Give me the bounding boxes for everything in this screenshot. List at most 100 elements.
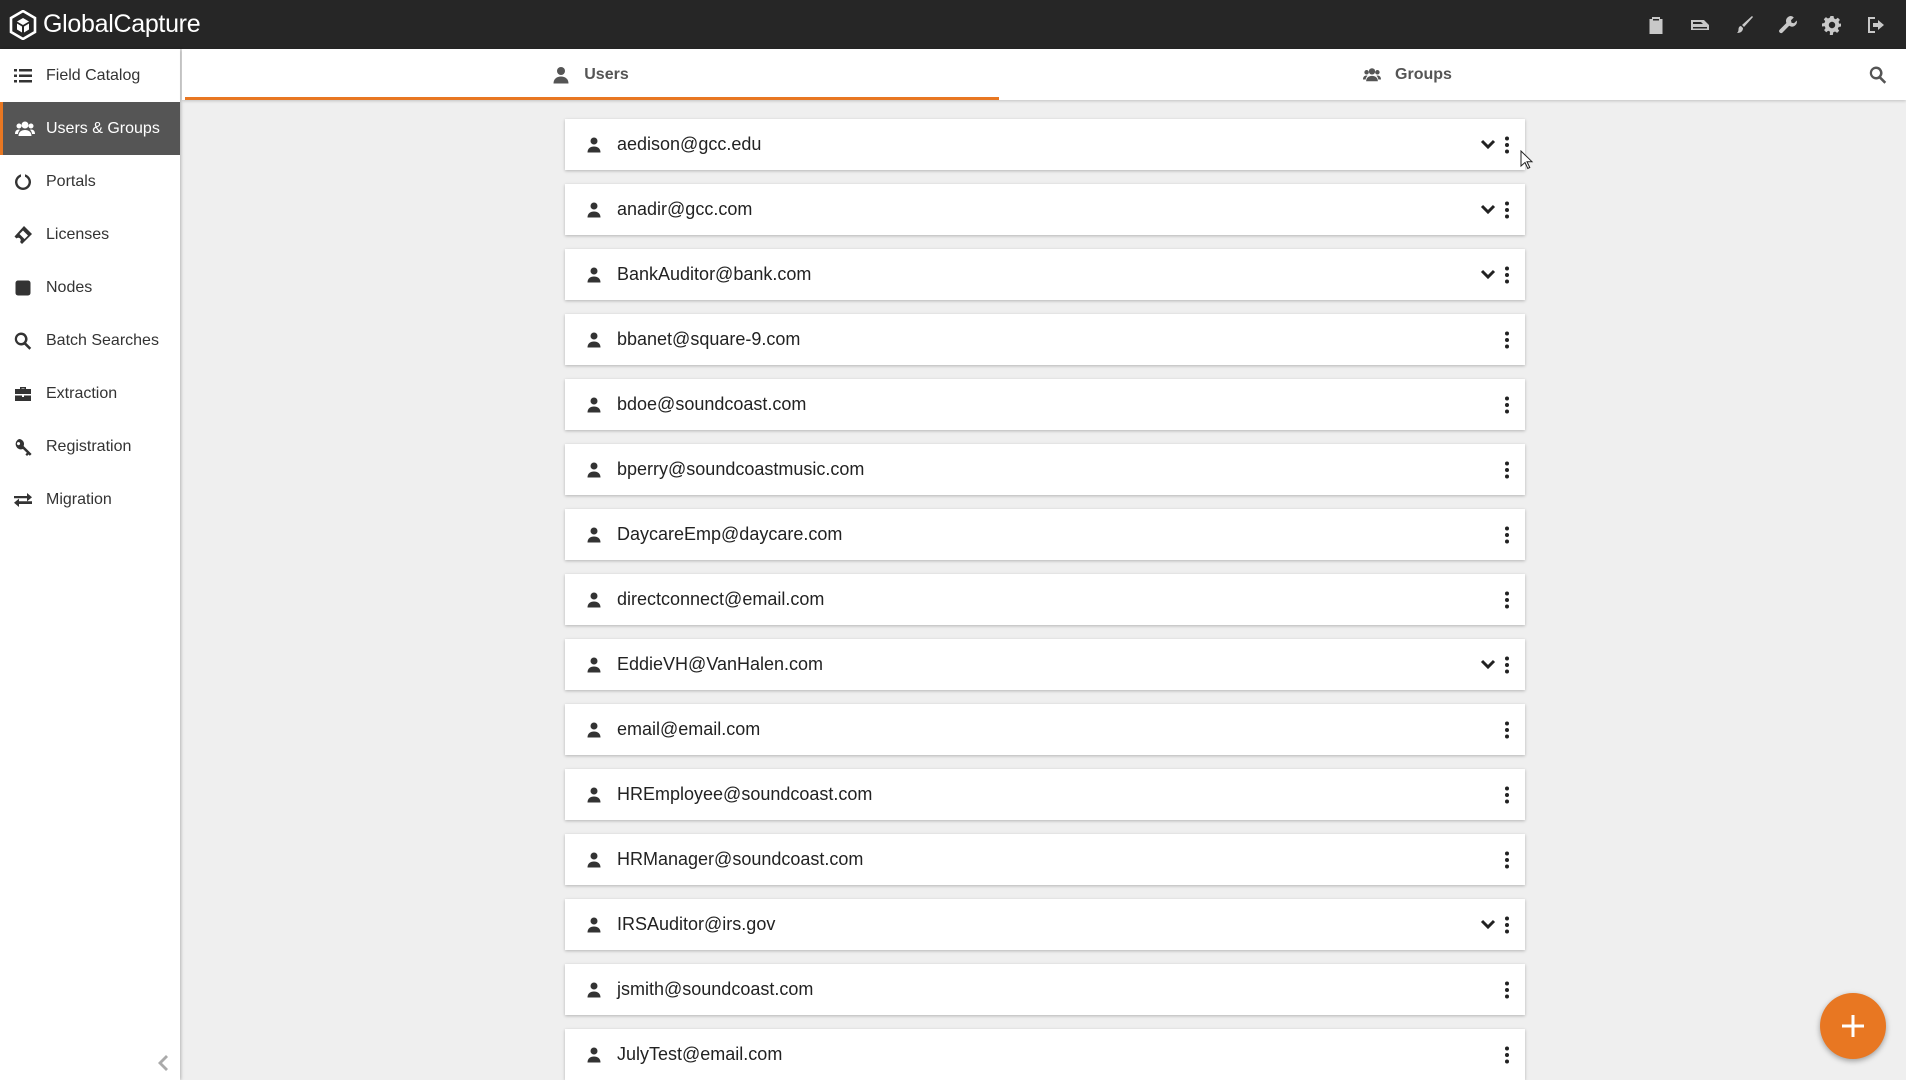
brush-icon[interactable] (1722, 0, 1766, 49)
sidebar-item-portals[interactable]: Portals (0, 155, 180, 208)
user-row[interactable]: jsmith@soundcoast.com (565, 964, 1525, 1015)
sidebar-item-label: Nodes (46, 278, 93, 296)
user-icon (565, 722, 605, 738)
user-icon (565, 462, 605, 478)
user-row[interactable]: HREmployee@soundcoast.com (565, 769, 1525, 820)
user-icon (565, 137, 605, 153)
user-row[interactable]: bperry@soundcoastmusic.com (565, 444, 1525, 495)
expand-button[interactable] (1477, 184, 1499, 235)
sidebar-item-label: Field Catalog (46, 66, 141, 84)
tab-label: Users (584, 65, 629, 83)
more-options-button[interactable] (1499, 119, 1515, 170)
row-actions (1499, 834, 1515, 885)
ellipsis-vertical-icon (1505, 916, 1509, 933)
more-options-button[interactable] (1499, 704, 1515, 755)
ellipsis-vertical-icon (1505, 851, 1509, 868)
logo-icon (9, 9, 37, 40)
more-options-button[interactable] (1499, 509, 1515, 560)
user-row[interactable]: bbanet@square-9.com (565, 314, 1525, 365)
user-icon (565, 202, 605, 218)
mouse-cursor-icon (1520, 150, 1534, 170)
app-logo[interactable]: GlobalCapture (8, 9, 201, 40)
top-bar: GlobalCapture (0, 0, 1906, 49)
sidebar-item-label: Portals (46, 172, 96, 190)
row-actions (1477, 184, 1515, 235)
search-icon (1869, 66, 1887, 84)
user-row[interactable]: email@email.com (565, 704, 1525, 755)
sidebar-item-label: Registration (46, 437, 132, 455)
main-content: aedison@gcc.edu anadir@gcc.com BankAuditor… (182, 100, 1906, 1080)
sidebar-item-extraction[interactable]: Extraction (0, 367, 180, 420)
chevron-down-icon (1480, 139, 1496, 149)
tab-users[interactable]: Users (182, 49, 999, 100)
row-actions (1499, 1029, 1515, 1080)
expand-button[interactable] (1477, 639, 1499, 690)
user-icon (565, 332, 605, 348)
collapse-sidebar-button[interactable] (154, 1052, 172, 1074)
user-row[interactable]: aedison@gcc.edu (565, 119, 1525, 170)
user-email: jsmith@soundcoast.com (617, 979, 814, 999)
sidebar-item-nodes[interactable]: Nodes (0, 261, 180, 314)
row-actions (1477, 119, 1515, 170)
scanner-icon[interactable] (1678, 0, 1722, 49)
user-email: IRSAuditor@irs.gov (617, 914, 776, 934)
plus-icon (1842, 1015, 1864, 1037)
user-icon (565, 982, 605, 998)
sidebar-item-registration[interactable]: Registration (0, 420, 180, 473)
more-options-button[interactable] (1499, 379, 1515, 430)
ticket-icon (0, 225, 46, 245)
tab-label: Groups (1395, 65, 1452, 83)
user-row[interactable]: bdoe@soundcoast.com (565, 379, 1525, 430)
more-options-button[interactable] (1499, 639, 1515, 690)
gear-icon[interactable] (1810, 0, 1854, 49)
search-button[interactable] (1858, 49, 1898, 100)
expand-button[interactable] (1477, 119, 1499, 170)
user-row[interactable]: anadir@gcc.com (565, 184, 1525, 235)
sidebar-item-migration[interactable]: Migration (0, 473, 180, 526)
user-icon (565, 657, 605, 673)
user-row[interactable]: DaycareEmp@daycare.com (565, 509, 1525, 560)
user-email: bbanet@square-9.com (617, 329, 801, 349)
sign-out-icon[interactable] (1854, 0, 1898, 49)
user-row[interactable]: EddieVH@VanHalen.com (565, 639, 1525, 690)
user-list: aedison@gcc.edu anadir@gcc.com BankAuditor… (565, 119, 1525, 1080)
more-options-button[interactable] (1499, 899, 1515, 950)
clipboard-check-icon[interactable] (1634, 0, 1678, 49)
more-options-button[interactable] (1499, 184, 1515, 235)
more-options-button[interactable] (1499, 249, 1515, 300)
more-options-button[interactable] (1499, 314, 1515, 365)
expand-button[interactable] (1477, 899, 1499, 950)
sidebar-item-batch-searches[interactable]: Batch Searches (0, 314, 180, 367)
ellipsis-vertical-icon (1505, 136, 1509, 153)
toolbar (1634, 0, 1898, 49)
expand-button[interactable] (1477, 249, 1499, 300)
user-row[interactable]: IRSAuditor@irs.gov (565, 899, 1525, 950)
row-actions (1499, 509, 1515, 560)
more-options-button[interactable] (1499, 769, 1515, 820)
sidebar-item-licenses[interactable]: Licenses (0, 208, 180, 261)
tab-groups[interactable]: Groups (999, 49, 1816, 100)
exchange-icon (0, 490, 46, 510)
user-row[interactable]: directconnect@email.com (565, 574, 1525, 625)
users-icon (3, 119, 46, 139)
user-icon (565, 1047, 605, 1063)
more-options-button[interactable] (1499, 444, 1515, 495)
user-row[interactable]: JulyTest@email.com (565, 1029, 1525, 1080)
ellipsis-vertical-icon (1505, 396, 1509, 413)
more-options-button[interactable] (1499, 964, 1515, 1015)
user-icon (565, 917, 605, 933)
user-row[interactable]: BankAuditor@bank.com (565, 249, 1525, 300)
sidebar: Field Catalog Users & Groups Portals Lic… (0, 49, 180, 1080)
more-options-button[interactable] (1499, 1029, 1515, 1080)
ellipsis-vertical-icon (1505, 721, 1509, 738)
more-options-button[interactable] (1499, 834, 1515, 885)
row-actions (1499, 444, 1515, 495)
add-user-button[interactable] (1820, 993, 1886, 1059)
sidebar-item-users-groups[interactable]: Users & Groups (0, 102, 180, 155)
wrench-icon[interactable] (1766, 0, 1810, 49)
row-actions (1499, 574, 1515, 625)
sidebar-item-field-catalog[interactable]: Field Catalog (0, 49, 180, 102)
user-row[interactable]: HRManager@soundcoast.com (565, 834, 1525, 885)
more-options-button[interactable] (1499, 574, 1515, 625)
row-actions (1499, 964, 1515, 1015)
